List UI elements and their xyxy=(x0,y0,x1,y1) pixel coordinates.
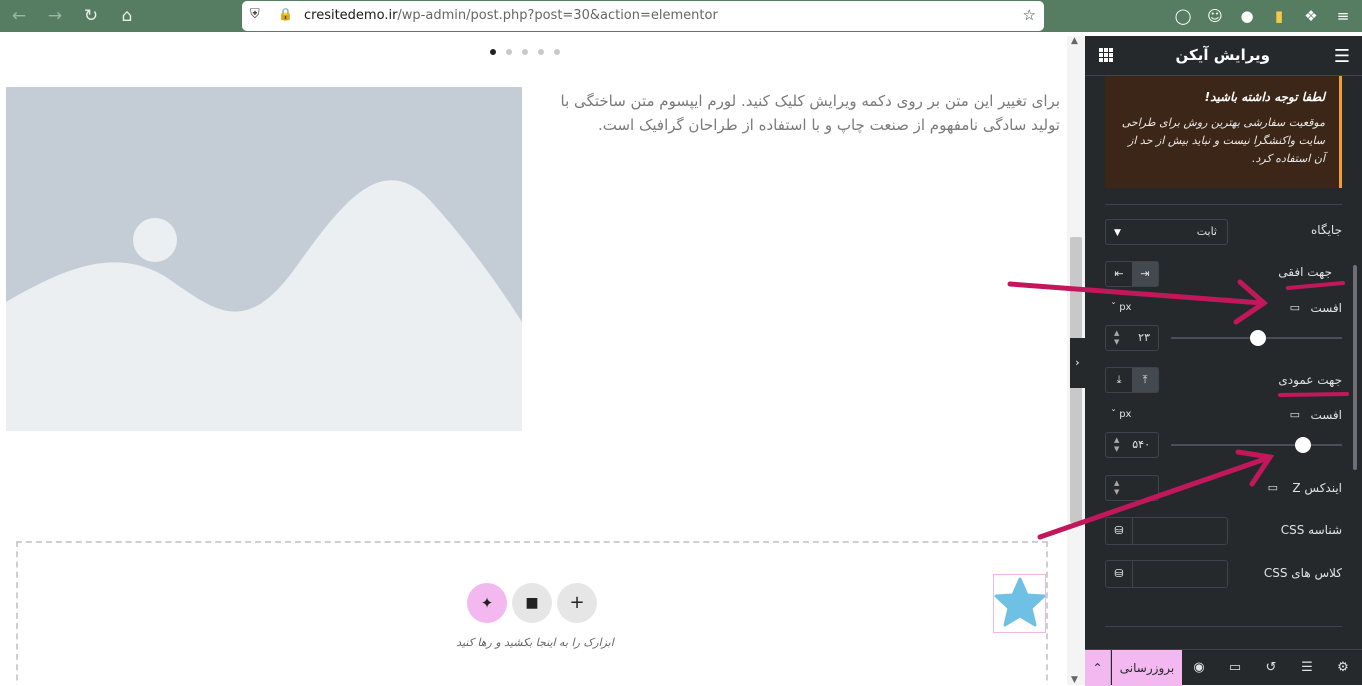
css-classes-input[interactable]: ⛁ xyxy=(1105,560,1228,588)
shield-icon: ⛨ xyxy=(250,7,260,22)
selected-icon-widget[interactable] xyxy=(993,574,1046,633)
align-top-icon[interactable]: ⤒ xyxy=(1132,368,1158,392)
stepper-arrows-icon[interactable]: ▲ ▼ xyxy=(1114,329,1119,347)
carousel-dot[interactable] xyxy=(522,49,528,55)
css-classes-label: کلاس های CSS xyxy=(1263,566,1342,580)
notice-title: لطفا توجه داشته باشید! xyxy=(1204,90,1325,104)
stepper-arrows-icon[interactable]: ▲ ▼ xyxy=(1114,479,1119,497)
vertical-orientation-toggle: ⤓ ⤒ xyxy=(1105,367,1159,393)
horizontal-orientation-toggle: ⇤ ⇥ xyxy=(1105,261,1159,287)
browser-menu-icon[interactable]: ≡ xyxy=(1332,5,1354,27)
preview-eye-icon[interactable]: ◉ xyxy=(1190,659,1208,677)
h-offset-label: افست xyxy=(1310,301,1342,315)
hamburger-menu-icon[interactable]: ☰ xyxy=(1334,46,1350,67)
carousel-dot[interactable] xyxy=(538,49,544,55)
v-offset-label: افست xyxy=(1310,408,1342,422)
panel-footer: ⌃ بروزرسانی ◉ ▭ ↺ ☰ ⚙ xyxy=(1085,649,1362,686)
h-offset-slider-handle[interactable] xyxy=(1250,330,1267,346)
lock-icon: 🔒 xyxy=(278,7,293,21)
z-index-input[interactable]: ▲ ▼ xyxy=(1105,475,1159,501)
home-icon[interactable]: ⌂ xyxy=(116,5,138,27)
template-library-button[interactable]: ■ xyxy=(512,583,552,623)
css-id-input[interactable]: ⛁ xyxy=(1105,517,1228,545)
panel-scrollbar[interactable] xyxy=(1353,265,1357,470)
history-icon[interactable]: ↺ xyxy=(1262,659,1280,677)
bookmark-star-icon[interactable]: ☆ xyxy=(1023,6,1036,24)
notice-body: موقعیت سفارشی بهترین روش برای طراحی سایت… xyxy=(1121,116,1325,165)
editor-canvas: برای تغییر این متن بر روی دکمه ویرایش کل… xyxy=(0,36,1067,685)
align-end-icon[interactable]: ⇥ xyxy=(1132,262,1158,286)
vertical-orientation-label: جهت عمودی xyxy=(1278,373,1342,387)
panel-header: ویرایش آیکن ☰ xyxy=(1085,36,1362,76)
h-unit: px xyxy=(1119,302,1132,313)
panel-collapse-toggle[interactable]: › xyxy=(1070,338,1085,388)
navigator-layers-icon[interactable]: ☰ xyxy=(1298,659,1316,677)
url-path: /wp-admin/post.php?post=30&action=elemen… xyxy=(397,8,718,23)
carousel-dot[interactable] xyxy=(554,49,560,55)
chevron-down-icon: ˇ xyxy=(1111,409,1120,420)
chevron-down-icon: ˇ xyxy=(1111,302,1120,313)
carousel-dots xyxy=(490,49,560,55)
align-start-icon[interactable]: ⇤ xyxy=(1106,262,1132,286)
carousel-dot[interactable] xyxy=(490,49,496,55)
position-select[interactable]: ثابت ▼ xyxy=(1105,219,1228,245)
dropzone-hint: ابزارک را به اینجا بکشید و رها کنید xyxy=(456,636,614,649)
z-index-label: ایندکس Z xyxy=(1292,481,1342,495)
horizontal-orientation-label: جهت افقی xyxy=(1278,265,1332,279)
stepper-arrows-icon[interactable]: ▲ ▼ xyxy=(1114,436,1119,454)
h-offset-slider[interactable] xyxy=(1171,330,1342,346)
divider xyxy=(1105,204,1342,205)
add-section-button[interactable]: + xyxy=(557,583,597,623)
desktop-icon[interactable]: ▭ xyxy=(1290,408,1300,421)
desktop-icon[interactable]: ▭ xyxy=(1290,301,1300,314)
browser-toolbar: ← → ↻ ⌂ ⛨ 🔒 cresitedemo.ir/wp-admin/post… xyxy=(0,0,1362,32)
dynamic-tags-icon[interactable]: ⛁ xyxy=(1106,561,1133,587)
scroll-down-icon[interactable]: ▼ xyxy=(1071,675,1078,685)
divider xyxy=(1105,626,1342,627)
extensions-icon[interactable]: ❖ xyxy=(1300,5,1322,27)
forward-icon[interactable]: → xyxy=(44,5,66,27)
elementor-panel: ویرایش آیکن ☰ لطفا توجه داشته باشید! موق… xyxy=(1085,36,1362,685)
carousel-dot[interactable] xyxy=(506,49,512,55)
v-unit: px xyxy=(1119,409,1132,420)
position-label: جایگاه xyxy=(1311,223,1342,237)
account-icon[interactable]: ☺ xyxy=(1204,5,1226,27)
v-offset-value: ۵۴۰ xyxy=(1132,438,1150,451)
extension-circle-icon[interactable]: ● xyxy=(1236,5,1258,27)
panel-title: ویرایش آیکن xyxy=(1175,46,1270,64)
text-editor-paragraph[interactable]: برای تغییر این متن بر روی دکمه ویرایش کل… xyxy=(540,89,1060,137)
responsive-mode-icon[interactable]: ▭ xyxy=(1226,659,1244,677)
desktop-icon[interactable]: ▭ xyxy=(1268,481,1278,494)
settings-gear-icon[interactable]: ⚙ xyxy=(1334,659,1352,677)
position-value: ثابت xyxy=(1196,225,1217,238)
reload-icon[interactable]: ↻ xyxy=(80,5,102,27)
v-unit-selector[interactable]: ˇ px xyxy=(1111,409,1131,420)
grid-apps-icon[interactable] xyxy=(1099,48,1113,62)
v-offset-slider-handle[interactable] xyxy=(1294,437,1311,453)
chevron-up-icon[interactable]: ⌃ xyxy=(1085,650,1111,686)
image-placeholder[interactable] xyxy=(6,87,522,431)
scroll-up-icon[interactable]: ▲ xyxy=(1071,36,1078,46)
ai-sparkle-button[interactable]: ✦ xyxy=(467,583,507,623)
css-id-label: شناسه CSS xyxy=(1280,523,1342,537)
star-icon xyxy=(994,577,1046,627)
caret-down-icon: ▼ xyxy=(1114,228,1121,238)
dynamic-tags-icon[interactable]: ⛁ xyxy=(1106,518,1133,544)
back-icon[interactable]: ← xyxy=(8,5,30,27)
v-offset-input[interactable]: ▲ ▼ ۵۴۰ xyxy=(1105,432,1159,458)
h-unit-selector[interactable]: ˇ px xyxy=(1111,302,1131,313)
url-domain: cresitedemo.ir xyxy=(304,8,398,23)
v-offset-slider[interactable] xyxy=(1171,437,1342,453)
address-bar[interactable]: ⛨ 🔒 cresitedemo.ir/wp-admin/post.php?pos… xyxy=(242,1,1044,31)
align-bottom-icon[interactable]: ⤓ xyxy=(1106,368,1132,392)
custom-position-notice: لطفا توجه داشته باشید! موقعیت سفارشی بهت… xyxy=(1105,76,1342,188)
h-offset-value: ۲۳ xyxy=(1138,331,1150,344)
pocket-icon[interactable]: ◯ xyxy=(1172,5,1194,27)
update-button[interactable]: بروزرسانی xyxy=(1112,650,1182,686)
h-offset-input[interactable]: ▲ ▼ ۲۳ xyxy=(1105,325,1159,351)
image-placeholder-icon xyxy=(6,87,522,431)
stats-extension-icon[interactable]: ▮ xyxy=(1268,5,1290,27)
